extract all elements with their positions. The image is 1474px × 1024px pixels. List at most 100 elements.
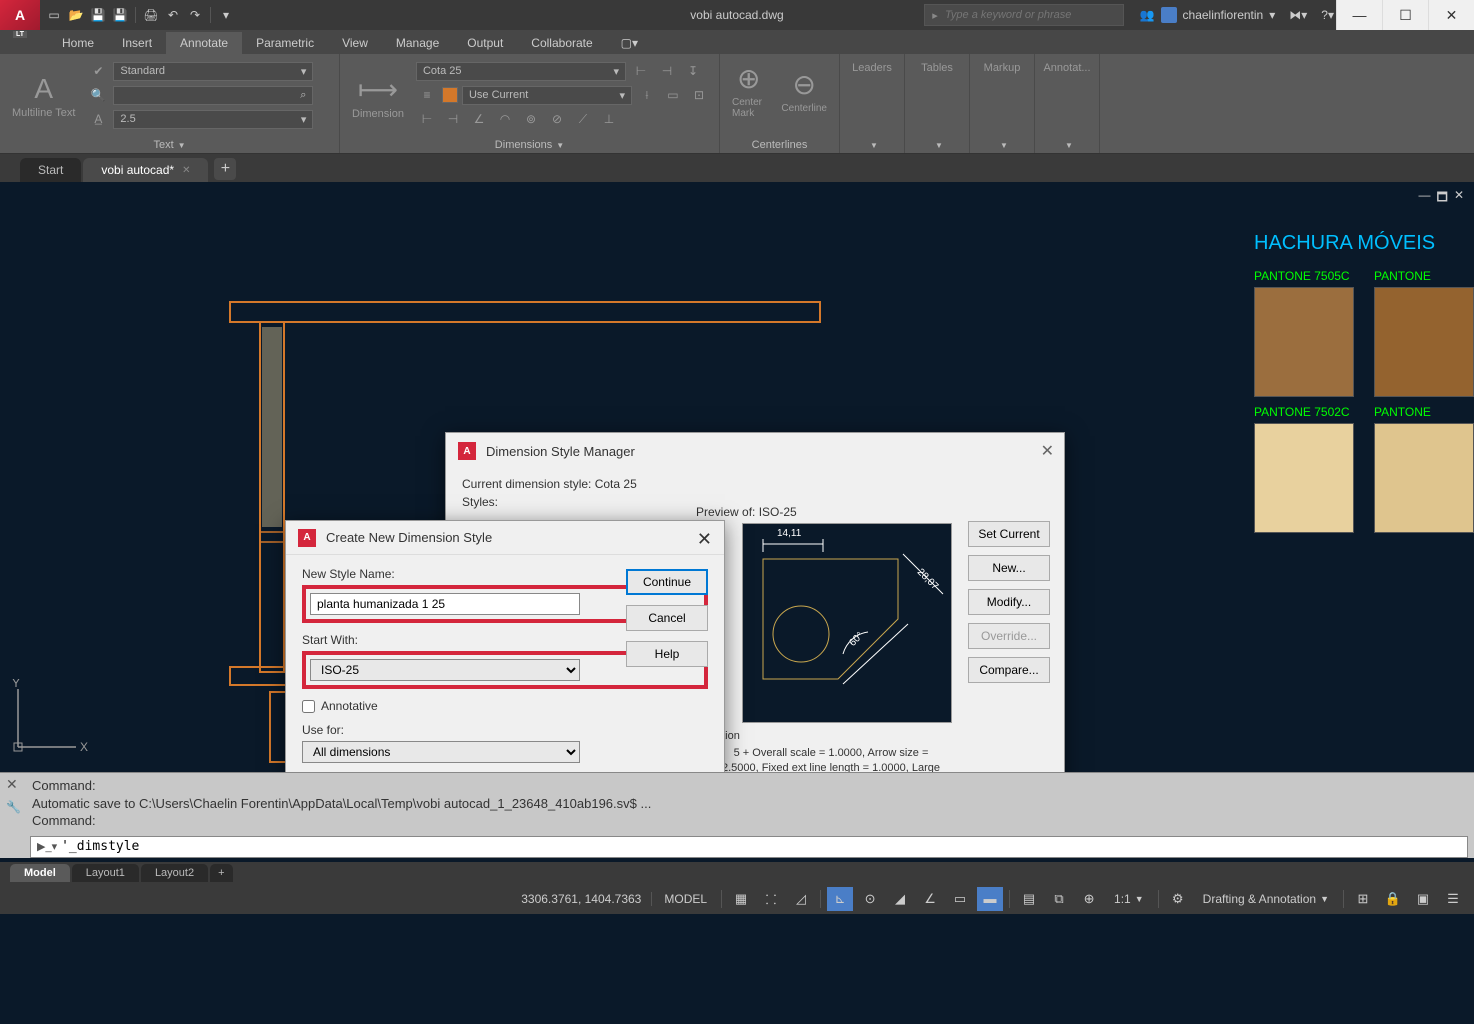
- text-a-icon[interactable]: A̲: [87, 108, 109, 130]
- doctab-add-button[interactable]: +: [214, 158, 236, 180]
- panel-label-dimensions[interactable]: Dimensions▼: [495, 139, 564, 151]
- cmd-close-icon[interactable]: ✕: [6, 775, 18, 794]
- cnds-name-input[interactable]: [310, 593, 580, 615]
- share-icon[interactable]: ⧓▾: [1289, 8, 1307, 22]
- tab-featured[interactable]: ▢▾: [607, 32, 652, 54]
- gear-icon[interactable]: ⚙: [1165, 887, 1191, 911]
- status-model[interactable]: MODEL: [656, 892, 715, 906]
- find-text-combo[interactable]: ⌕: [113, 86, 313, 105]
- command-input[interactable]: [61, 839, 1461, 854]
- cnds-continue-button[interactable]: Continue: [626, 569, 708, 595]
- layout-tab-model[interactable]: Model: [10, 864, 70, 882]
- isolate-icon[interactable]: ▣: [1410, 887, 1436, 911]
- save-icon[interactable]: 💾: [89, 6, 107, 24]
- cnds-close-button[interactable]: ✕: [697, 529, 712, 550]
- grid-toggle-icon[interactable]: ▦: [728, 887, 754, 911]
- angular-icon[interactable]: ∠: [468, 108, 490, 130]
- diameter-icon[interactable]: ⊘: [546, 108, 568, 130]
- snap-toggle-icon[interactable]: ⸬: [758, 887, 784, 911]
- lock-ui-icon[interactable]: 🔒: [1380, 887, 1406, 911]
- ordinate-icon[interactable]: ⊥: [598, 108, 620, 130]
- drawing-canvas[interactable]: — 🗖 ✕ HACHURA MÓVEIS PANTONE 7505C PANTO…: [0, 182, 1474, 772]
- cycling-icon[interactable]: ⧉: [1046, 887, 1072, 911]
- dsm-close-button[interactable]: ✕: [1041, 441, 1054, 461]
- cnds-start-select[interactable]: ISO-25: [310, 659, 580, 681]
- osnap-toggle-icon[interactable]: ∠: [917, 887, 943, 911]
- quickprops-icon[interactable]: ⊞: [1350, 887, 1376, 911]
- qat-more-icon[interactable]: ▾: [217, 6, 235, 24]
- jogged-icon[interactable]: ⟋: [572, 108, 594, 130]
- cnds-cancel-button[interactable]: Cancel: [626, 605, 708, 631]
- layout-tab-1[interactable]: Layout1: [72, 864, 139, 882]
- customize-icon[interactable]: ☰: [1440, 887, 1466, 911]
- minimize-button[interactable]: —: [1336, 0, 1382, 30]
- search-box[interactable]: ▸: [924, 4, 1124, 26]
- undo-icon[interactable]: ↶: [164, 6, 182, 24]
- dim-btn4-icon[interactable]: ⟊: [636, 84, 658, 106]
- command-line[interactable]: ▶_▾: [30, 836, 1468, 858]
- find-icon[interactable]: 🔍: [87, 84, 109, 106]
- ortho-toggle-icon[interactable]: ⊾: [827, 887, 853, 911]
- tab-output[interactable]: Output: [453, 32, 517, 54]
- vp-close-icon[interactable]: ✕: [1454, 188, 1464, 209]
- leaders-panel[interactable]: Leaders: [844, 58, 900, 78]
- dsm-compare-button[interactable]: Compare...: [968, 657, 1050, 683]
- cnds-titlebar[interactable]: A Create New Dimension Style ✕: [286, 521, 724, 555]
- plot-icon[interactable]: 🖨: [142, 6, 160, 24]
- linear-icon[interactable]: ⊢: [416, 108, 438, 130]
- arc-icon[interactable]: ◠: [494, 108, 516, 130]
- chevron-down-icon[interactable]: ▾: [1269, 8, 1275, 22]
- close-button[interactable]: ✕: [1428, 0, 1474, 30]
- layout-tab-add[interactable]: +: [210, 864, 232, 882]
- text-height-combo[interactable]: 2.5▾: [113, 110, 313, 129]
- annomonitor-icon[interactable]: ⊕: [1076, 887, 1102, 911]
- dsm-modify-button[interactable]: Modify...: [968, 589, 1050, 615]
- infer-icon[interactable]: ◿: [788, 887, 814, 911]
- dim-btn6-icon[interactable]: ⊡: [688, 84, 710, 106]
- user-area[interactable]: 👥 chaelinfiorentin ▾ ⧓▾ ?▾: [1140, 7, 1334, 23]
- dim-style-combo[interactable]: Cota 25▾: [416, 62, 626, 81]
- dim-layer-combo[interactable]: Use Current▾: [462, 86, 632, 105]
- radius-icon[interactable]: ⊚: [520, 108, 542, 130]
- aligned-icon[interactable]: ⊣: [442, 108, 464, 130]
- cnds-use-select[interactable]: All dimensions: [302, 741, 580, 763]
- cmd-settings-icon[interactable]: 🔧: [6, 799, 21, 815]
- redo-icon[interactable]: ↷: [186, 6, 204, 24]
- annotation-panel[interactable]: Annotat...: [1039, 58, 1095, 78]
- vp-maximize-icon[interactable]: 🗖: [1437, 188, 1448, 209]
- transparency-icon[interactable]: ▤: [1016, 887, 1042, 911]
- search-input[interactable]: [945, 9, 1123, 21]
- tab-annotate[interactable]: Annotate: [166, 32, 242, 54]
- status-scale[interactable]: 1:1▼: [1106, 892, 1152, 906]
- panel-label-text[interactable]: Text▼: [153, 139, 185, 151]
- dsm-set-current-button[interactable]: Set Current: [968, 521, 1050, 547]
- dim-btn3-icon[interactable]: ↧: [682, 60, 704, 82]
- tab-collaborate[interactable]: Collaborate: [517, 32, 606, 54]
- tab-insert[interactable]: Insert: [108, 32, 166, 54]
- center-mark-button[interactable]: ⊕Center Mark: [724, 58, 773, 123]
- otrack-toggle-icon[interactable]: ▭: [947, 887, 973, 911]
- dimension-button[interactable]: ⟼ Dimension: [344, 58, 412, 134]
- tab-manage[interactable]: Manage: [382, 32, 453, 54]
- dim-btn5-icon[interactable]: ▭: [662, 84, 684, 106]
- polar-toggle-icon[interactable]: ⊙: [857, 887, 883, 911]
- new-icon[interactable]: ▭: [45, 6, 63, 24]
- cnds-help-button[interactable]: Help: [626, 641, 708, 667]
- tab-home[interactable]: Home: [48, 32, 108, 54]
- dim-btn1-icon[interactable]: ⊢: [630, 60, 652, 82]
- layout-tab-2[interactable]: Layout2: [141, 864, 208, 882]
- status-workspace[interactable]: Drafting & Annotation▼: [1195, 892, 1337, 906]
- tables-panel[interactable]: Tables: [909, 58, 965, 78]
- tab-parametric[interactable]: Parametric: [242, 32, 328, 54]
- dim-btn2-icon[interactable]: ⊣: [656, 60, 678, 82]
- multiline-text-button[interactable]: A Multiline Text: [4, 58, 83, 134]
- dsm-new-button[interactable]: New...: [968, 555, 1050, 581]
- lineweight-toggle-icon[interactable]: ▬: [977, 887, 1003, 911]
- app-logo[interactable]: A: [0, 0, 40, 30]
- saveas-icon[interactable]: 💾: [111, 6, 129, 24]
- check-spell-icon[interactable]: ✔: [87, 60, 109, 82]
- vp-minimize-icon[interactable]: —: [1419, 188, 1431, 209]
- text-style-combo[interactable]: Standard▾: [113, 62, 313, 81]
- doctab-active[interactable]: vobi autocad*✕: [83, 158, 208, 182]
- doctab-start[interactable]: Start: [20, 158, 81, 182]
